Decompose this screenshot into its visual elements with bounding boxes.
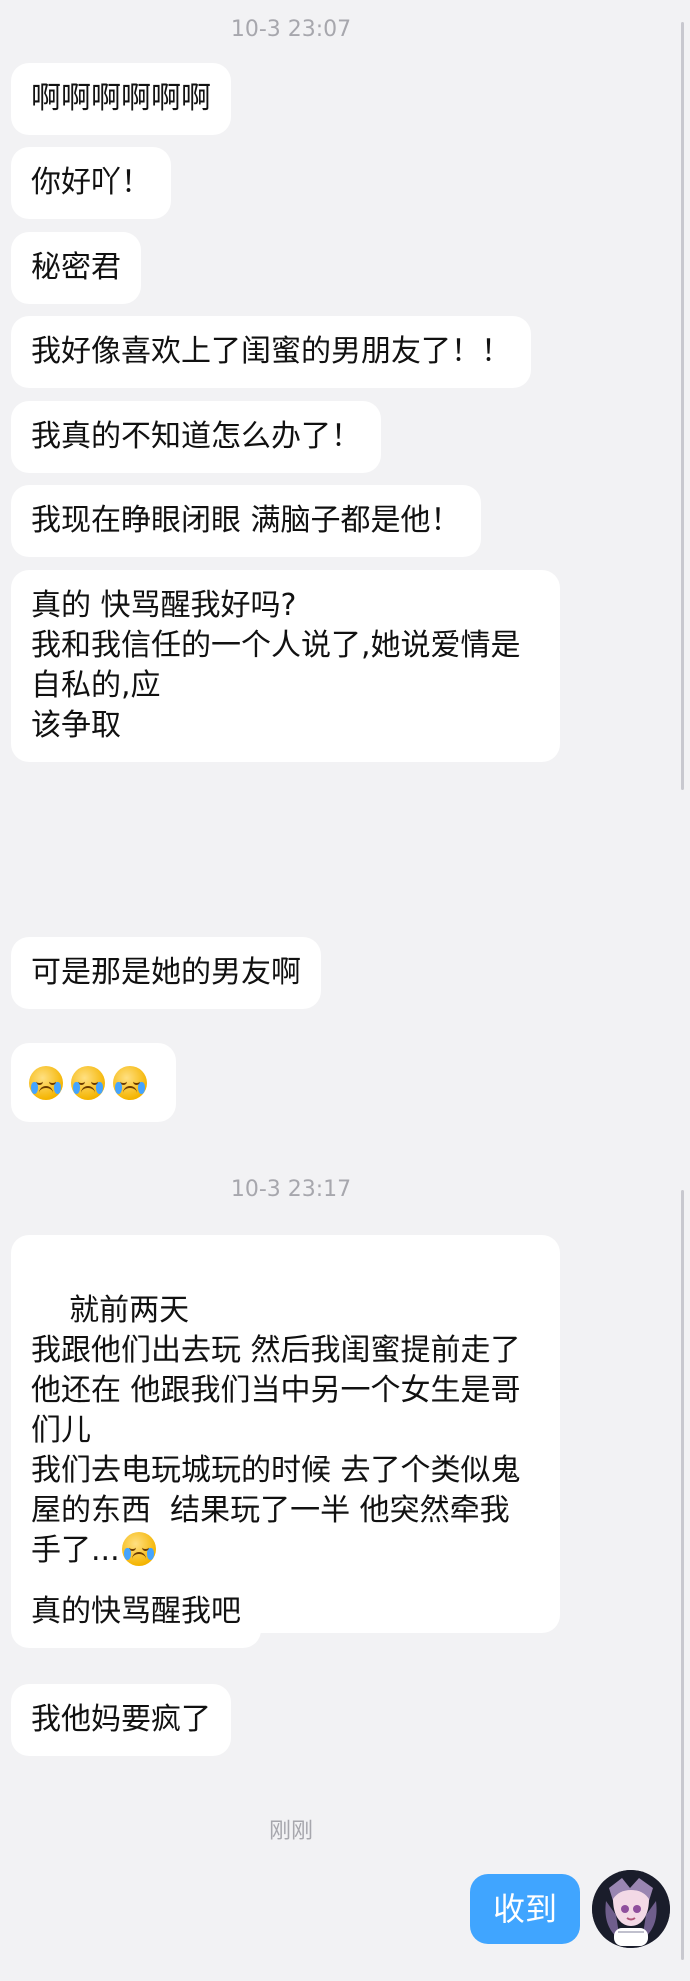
scrollbar-bottom[interactable] — [681, 1190, 684, 1960]
message-bubble-4[interactable]: 我好像喜欢上了闺蜜的男朋友了！！ — [11, 316, 531, 388]
loudly-crying-face-icon — [121, 1532, 156, 1577]
timestamp-second: 10-3 23:17 — [230, 1177, 352, 1202]
message-bubble-6[interactable]: 我现在睁眼闭眼 满脑子都是他！ — [11, 485, 481, 557]
message-bubble-8[interactable]: 可是那是她的男友啊 — [11, 937, 321, 1009]
message-bubble-5[interactable]: 我真的不知道怎么办了！ — [11, 401, 381, 473]
message-bubble-7[interactable]: 真的 快骂醒我好吗? 我和我信任的一个人说了,她说爱情是 自私的,应 该争取 — [11, 570, 560, 762]
message-bubble-3[interactable]: 秘密君 — [11, 232, 141, 304]
user-avatar[interactable] — [592, 1870, 670, 1948]
message-bubble-2[interactable]: 你好吖！ — [11, 147, 171, 219]
message-bubble-11[interactable]: 我他妈要疯了 — [11, 1684, 231, 1756]
loudly-crying-face-icon — [113, 1065, 147, 1100]
message-bubble-1[interactable]: 啊啊啊啊啊啊 — [11, 63, 231, 135]
chat-screen: 10-3 23:07 啊啊啊啊啊啊 你好吖！ 秘密君 我好像喜欢上了闺蜜的男朋友… — [0, 0, 690, 1981]
emoji-message-bubble[interactable] — [11, 1043, 176, 1122]
outgoing-message-bubble[interactable]: 收到 — [470, 1874, 580, 1944]
message-text: 就前两天 我跟他们出去玩 然后我闺蜜提前走了 他还在 他跟我们当中另一个女生是哥… — [31, 1293, 521, 1568]
timestamp-first: 10-3 23:07 — [230, 17, 352, 42]
outgoing-message-row: 收到 — [0, 1870, 690, 1954]
loudly-crying-face-icon — [29, 1065, 63, 1100]
scrollbar-top[interactable] — [681, 22, 684, 790]
timestamp-recent: 刚刚 — [268, 1819, 313, 1844]
message-bubble-10[interactable]: 真的快骂醒我吧 — [11, 1576, 261, 1648]
message-bubble-9[interactable]: 就前两天 我跟他们出去玩 然后我闺蜜提前走了 他还在 他跟我们当中另一个女生是哥… — [11, 1235, 560, 1633]
loudly-crying-face-icon — [71, 1065, 105, 1100]
